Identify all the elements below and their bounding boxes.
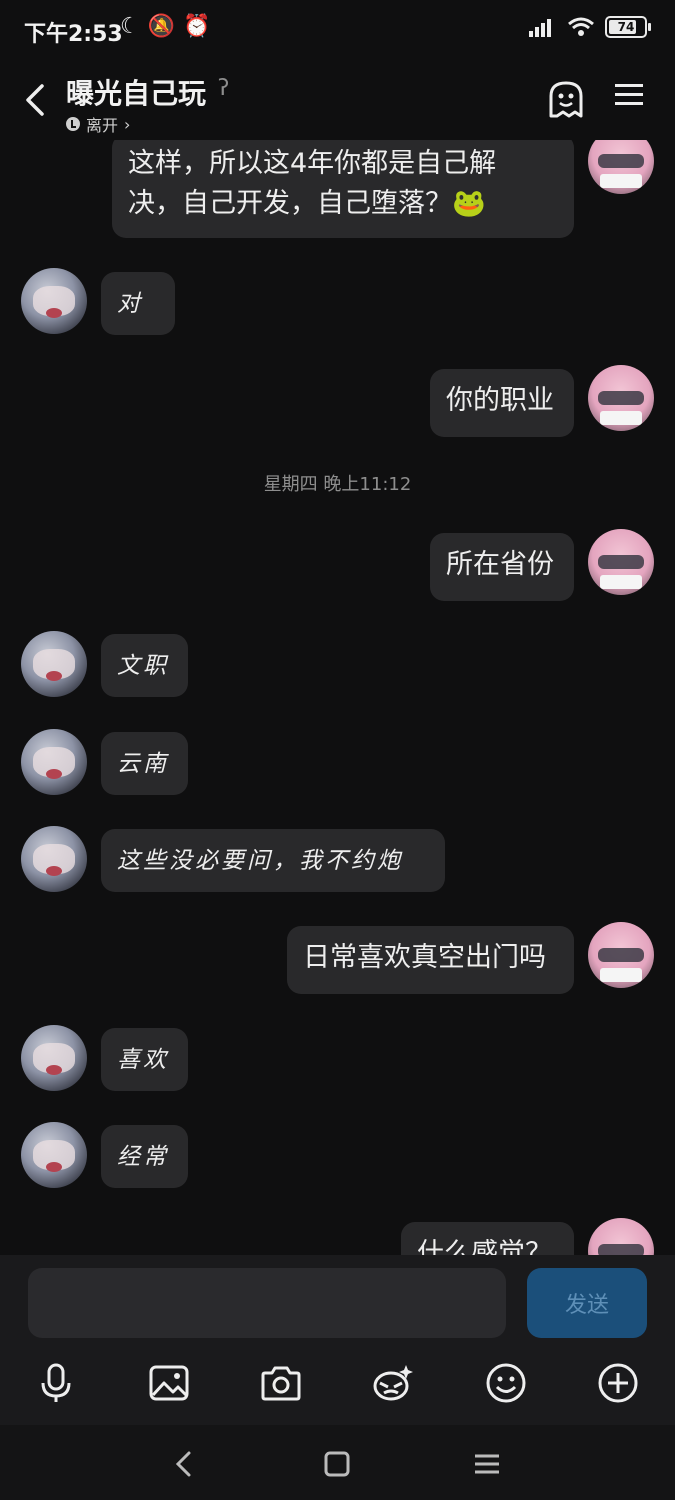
plus-icon[interactable] [596, 1361, 640, 1405]
clock-icon [66, 117, 80, 131]
message-list[interactable]: 这样，所以这4年你都是自己解 决，自己开发，自己堕落？🐸 对 你的职业 星期四 … [0, 140, 675, 1255]
wifi-icon [568, 17, 594, 36]
system-navigation-bar [0, 1425, 675, 1500]
avatar[interactable] [21, 729, 87, 795]
chat-title[interactable]: 曝光自己玩 [66, 72, 206, 112]
back-icon[interactable] [20, 80, 54, 120]
avatar[interactable] [588, 1218, 654, 1255]
avatar[interactable] [588, 529, 654, 595]
message-bubble[interactable]: 什么感觉？ [401, 1222, 574, 1255]
message-text: 文职 [117, 653, 169, 679]
effects-icon[interactable] [370, 1361, 414, 1405]
chevron-right-icon: › [124, 114, 131, 134]
message-bubble[interactable]: 文职 [101, 634, 188, 697]
avatar[interactable] [21, 1025, 87, 1091]
nav-back-icon[interactable] [170, 1449, 200, 1479]
message-text: 日常喜欢真空出门吗 [303, 942, 546, 973]
moon-icon: ☾ [120, 14, 140, 39]
presence-label: 离开 [86, 116, 119, 135]
input-toolbar [0, 1345, 675, 1425]
input-bar: 发送 [0, 1255, 675, 1345]
avatar[interactable] [21, 631, 87, 697]
battery-icon: 74 [605, 16, 651, 38]
chat-header: 曝光自己玩 ʔ 离开 › [0, 62, 675, 140]
avatar[interactable] [21, 826, 87, 892]
ear-icon: ʔ [218, 76, 230, 101]
ghost-icon[interactable] [547, 80, 585, 120]
status-bar: 下午2:53 ☾ 🔕 ⏰ 74 [0, 0, 675, 62]
avatar[interactable] [21, 268, 87, 334]
message-bubble[interactable]: 这样，所以这4年你都是自己解 决，自己开发，自己堕落？🐸 [112, 140, 574, 238]
message-bubble[interactable]: 对 [101, 272, 175, 335]
message-text: 你的职业 [446, 385, 554, 416]
message-bubble[interactable]: 所在省份 [430, 533, 574, 601]
message-bubble[interactable]: 经常 [101, 1125, 188, 1188]
status-left-icons: ☾ 🔕 ⏰ [120, 14, 211, 39]
presence-status[interactable]: 离开 › [66, 112, 130, 136]
avatar[interactable] [588, 365, 654, 431]
avatar[interactable] [588, 922, 654, 988]
nav-home-icon[interactable] [322, 1449, 352, 1479]
nav-recents-icon[interactable] [472, 1449, 502, 1479]
message-bubble[interactable]: 日常喜欢真空出门吗 [287, 926, 574, 994]
message-text: 对 [117, 291, 143, 317]
emoji-icon[interactable] [484, 1361, 528, 1405]
menu-icon[interactable] [613, 80, 645, 110]
status-time: 下午2:53 [24, 22, 123, 47]
microphone-icon[interactable] [34, 1361, 78, 1405]
message-bubble[interactable]: 喜欢 [101, 1028, 188, 1091]
avatar[interactable] [588, 140, 654, 194]
message-text: 决，自己开发，自己堕落？🐸 [128, 188, 486, 219]
message-text: 所在省份 [446, 549, 554, 580]
signal-icon [529, 19, 551, 37]
send-button[interactable]: 发送 [527, 1268, 647, 1338]
image-icon[interactable] [147, 1361, 191, 1405]
avatar[interactable] [21, 1122, 87, 1188]
message-text: 这样，所以这4年你都是自己解 [128, 148, 497, 179]
message-text: 云南 [117, 751, 169, 777]
message-input[interactable] [28, 1268, 506, 1338]
camera-icon[interactable] [259, 1361, 303, 1405]
message-text: 喜欢 [117, 1047, 169, 1073]
message-bubble[interactable]: 云南 [101, 732, 188, 795]
message-text: 这些没必要问，我不约炮 [117, 848, 403, 874]
message-bubble[interactable]: 这些没必要问，我不约炮 [101, 829, 445, 892]
alarm-icon: ⏰ [183, 14, 211, 39]
message-bubble[interactable]: 你的职业 [430, 369, 574, 437]
message-text: 经常 [117, 1144, 169, 1170]
mute-bell-icon: 🔕 [147, 14, 176, 39]
message-text: 什么感觉？ [417, 1238, 552, 1255]
status-right-icons: 74 [527, 16, 651, 38]
message-timestamp: 星期四 晚上11:12 [263, 474, 412, 495]
battery-level: 74 [617, 20, 635, 34]
